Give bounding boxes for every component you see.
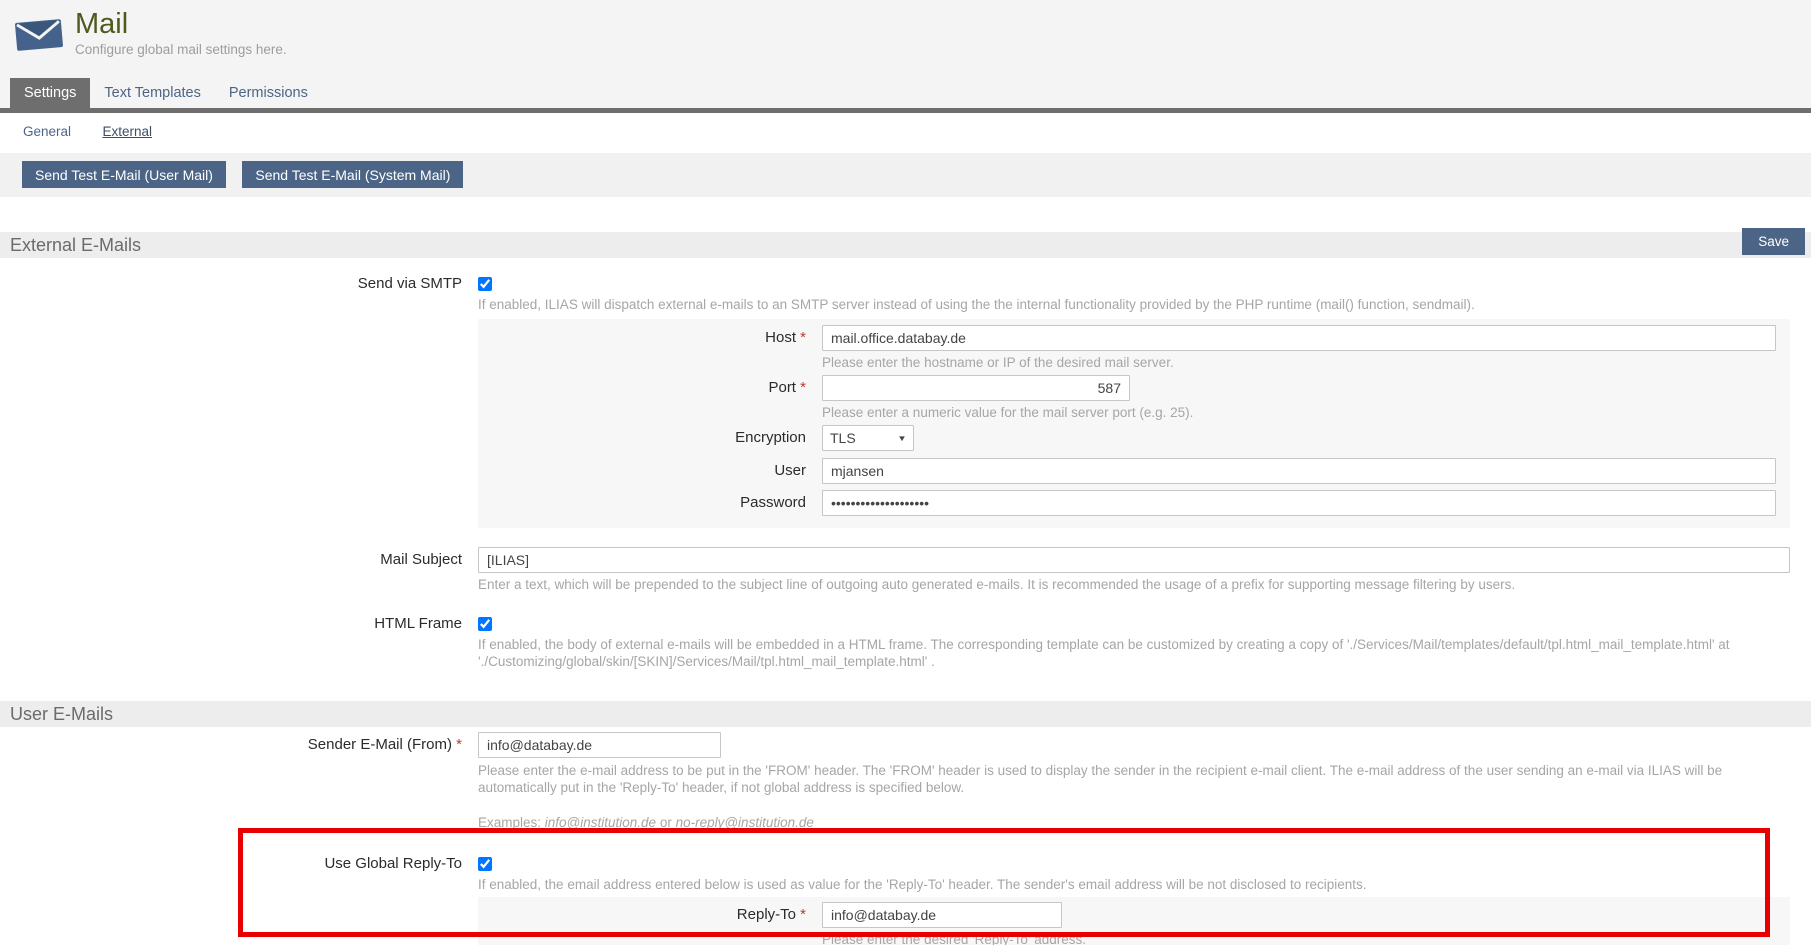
reply-to-input[interactable]: [822, 902, 1062, 928]
field-label-html-frame: HTML Frame: [374, 615, 462, 632]
external-emails-section-header: External E-Mails Save: [0, 232, 1811, 258]
port-byline: Please enter a numeric value for the mai…: [822, 404, 1776, 421]
save-button[interactable]: Save: [1742, 228, 1805, 255]
field-label-mail-subject: Mail Subject: [380, 551, 462, 568]
password-input[interactable]: [822, 490, 1776, 516]
tab-text-templates[interactable]: Text Templates: [90, 78, 214, 108]
page-header: Mail Configure global mail settings here…: [0, 0, 1811, 108]
port-input[interactable]: [822, 375, 1130, 401]
use-global-reply-to-checkbox[interactable]: [478, 857, 492, 871]
field-label-port: Port *: [768, 379, 806, 396]
html-frame-checkbox[interactable]: [478, 617, 492, 631]
field-label-sender: Sender E-Mail (From) *: [308, 736, 462, 753]
test-email-toolbar: Send Test E-Mail (User Mail) Send Test E…: [0, 153, 1811, 197]
row-user: User: [478, 458, 1790, 484]
section-title-user-emails: User E-Mails: [10, 701, 1811, 727]
external-emails-section: External E-Mails Save Send via SMTP If e…: [0, 232, 1811, 688]
tab-permissions[interactable]: Permissions: [215, 78, 322, 108]
encryption-select[interactable]: TLS ▼: [822, 425, 914, 451]
mail-icon: [15, 15, 63, 78]
required-marker: *: [456, 736, 462, 753]
subtab-external[interactable]: External: [102, 124, 152, 139]
row-host: Host * Please enter the hostname or IP o…: [478, 325, 1790, 371]
send-test-email-system-button[interactable]: Send Test E-Mail (System Mail): [242, 161, 463, 188]
mail-settings-page: Mail Configure global mail settings here…: [0, 0, 1811, 945]
external-emails-form: Send via SMTP If enabled, ILIAS will dis…: [0, 258, 1811, 688]
row-use-global-reply-to: Use Global Reply-To If enabled, the emai…: [0, 855, 1790, 945]
subtab-general[interactable]: General: [23, 124, 71, 139]
page-subtitle: Configure global mail settings here.: [75, 42, 287, 57]
sender-email-input[interactable]: [478, 732, 721, 758]
required-marker: *: [800, 329, 806, 346]
field-label-reply-to: Reply-To *: [737, 906, 806, 923]
smtp-subpanel: Host * Please enter the hostname or IP o…: [478, 319, 1790, 528]
field-label-encryption: Encryption: [735, 429, 806, 446]
field-label-host: Host *: [765, 329, 806, 346]
row-reply-to: Reply-To * Please enter the desired 'Rep…: [478, 902, 1790, 945]
encryption-selected-value: TLS: [830, 430, 856, 446]
row-port: Port * Please enter a numeric value for …: [478, 375, 1790, 421]
row-mail-subject: Mail Subject Enter a text, which will be…: [0, 547, 1790, 593]
user-emails-section: User E-Mails Sender E-Mail (From) * Plea…: [0, 701, 1811, 945]
mail-subject-byline: Enter a text, which will be prepended to…: [478, 576, 1790, 593]
smtp-checkbox[interactable]: [478, 277, 492, 291]
caret-down-icon: ▼: [897, 434, 907, 443]
field-label-user: User: [774, 462, 806, 479]
user-emails-form: Sender E-Mail (From) * Please enter the …: [0, 727, 1811, 945]
user-emails-section-header: User E-Mails: [0, 701, 1811, 727]
required-marker: *: [800, 379, 806, 396]
host-byline: Please enter the hostname or IP of the d…: [822, 354, 1776, 371]
send-test-email-user-button[interactable]: Send Test E-Mail (User Mail): [22, 161, 226, 188]
user-input[interactable]: [822, 458, 1776, 484]
row-html-frame: HTML Frame If enabled, the body of exter…: [0, 615, 1790, 670]
use-global-reply-to-byline: If enabled, the email address entered be…: [478, 876, 1790, 893]
field-label-use-global-reply-to: Use Global Reply-To: [324, 855, 462, 872]
smtp-byline: If enabled, ILIAS will dispatch external…: [478, 296, 1790, 313]
mail-subject-input[interactable]: [478, 547, 1790, 573]
page-title: Mail: [75, 9, 287, 39]
row-send-via-smtp: Send via SMTP If enabled, ILIAS will dis…: [0, 258, 1790, 528]
field-label-smtp: Send via SMTP: [358, 275, 462, 292]
row-password: Password: [478, 490, 1790, 516]
required-marker: *: [800, 906, 806, 923]
reply-to-subpanel: Reply-To * Please enter the desired 'Rep…: [478, 897, 1790, 945]
reply-to-byline: Please enter the desired 'Reply-To' addr…: [822, 931, 1776, 945]
field-label-password: Password: [740, 494, 806, 511]
sender-email-examples: Examples: info@institution.de or no-repl…: [478, 814, 1790, 831]
row-sender-email: Sender E-Mail (From) * Please enter the …: [0, 727, 1790, 831]
host-input[interactable]: [822, 325, 1776, 351]
section-title-external: External E-Mails: [10, 232, 1811, 258]
tab-settings[interactable]: Settings: [10, 78, 90, 108]
html-frame-byline: If enabled, the body of external e-mails…: [478, 636, 1790, 670]
row-encryption: Encryption TLS ▼: [478, 425, 1790, 451]
sub-tab-bar: General External: [0, 113, 1811, 153]
sender-email-byline: Please enter the e-mail address to be pu…: [478, 762, 1790, 796]
main-tab-bar: Settings Text Templates Permissions: [10, 78, 1811, 108]
